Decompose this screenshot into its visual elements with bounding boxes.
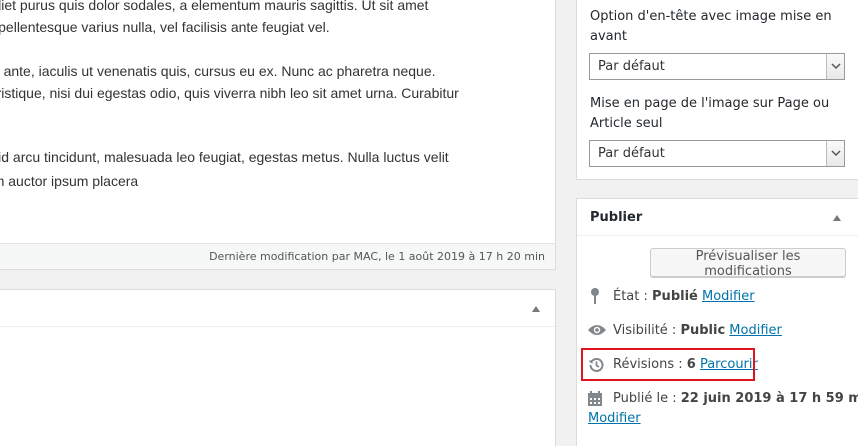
- single-layout-label: Mise en page de l'image sur Page ou Arti…: [590, 96, 830, 131]
- pin-icon: [587, 287, 603, 312]
- paragraph-line: dales. Ut pellentesque varius nulla, vel…: [0, 19, 330, 35]
- paragraph-line: mus enim ante, iaculis ut venenatis quis…: [0, 63, 436, 79]
- revisions-highlight-box: [581, 348, 755, 381]
- edit-status-link[interactable]: Modifier: [702, 289, 755, 304]
- meta-box-header[interactable]: [0, 290, 555, 327]
- edit-date-link[interactable]: Modifier: [588, 409, 641, 429]
- paragraph-line: ed imperdiet purus quis dolor sodales, a…: [0, 0, 429, 13]
- last-modified-text: Dernière modification par MAC, le 1 août…: [209, 250, 545, 263]
- chevron-down-icon[interactable]: [826, 54, 844, 79]
- caret-up-icon[interactable]: [833, 215, 841, 221]
- status-label: État :: [613, 289, 653, 304]
- caret-up-icon[interactable]: [532, 306, 540, 312]
- select-value: Par défaut: [598, 146, 665, 161]
- post-editor: ed imperdiet purus quis dolor sodales, a…: [0, 0, 556, 270]
- chevron-down-icon[interactable]: [826, 141, 844, 166]
- preview-changes-button[interactable]: Prévisualiser les modifications: [650, 248, 846, 279]
- paragraph-line: nsequat tristique, nisi dui egestas odio…: [0, 85, 459, 101]
- eye-icon: [587, 323, 607, 344]
- publish-box: Publier Prévisualiser les modifications …: [576, 198, 858, 446]
- publish-box-header[interactable]: Publier: [577, 199, 858, 236]
- status-value: Publié: [652, 289, 698, 304]
- paragraph-line: amet enim auctor ipsum placera: [0, 173, 139, 189]
- publish-title: Publier: [590, 210, 643, 225]
- single-layout-select[interactable]: Par défaut: [589, 140, 845, 167]
- header-options-box: Option d'en-tête avec image mise en avan…: [576, 0, 858, 180]
- featured-header-select[interactable]: Par défaut: [589, 53, 845, 80]
- featured-header-label: Option d'en-tête avec image mise en avan…: [590, 9, 832, 44]
- paragraph-line: elit. Cras id arcu tincidunt, malesuada …: [0, 149, 449, 165]
- published-date: 22 juin 2019 à 17 h 59 min: [680, 391, 858, 406]
- edit-visibility-link[interactable]: Modifier: [729, 323, 782, 338]
- visibility-label: Visibilité :: [613, 323, 681, 338]
- published-label: Publié le :: [613, 391, 681, 406]
- select-value: Par défaut: [598, 59, 665, 74]
- editor-status-bar: Dernière modification par MAC, le 1 août…: [0, 243, 555, 269]
- visibility-value: Public: [680, 323, 726, 338]
- editor-content[interactable]: ed imperdiet purus quis dolor sodales, a…: [0, 0, 555, 243]
- meta-box: [0, 289, 556, 446]
